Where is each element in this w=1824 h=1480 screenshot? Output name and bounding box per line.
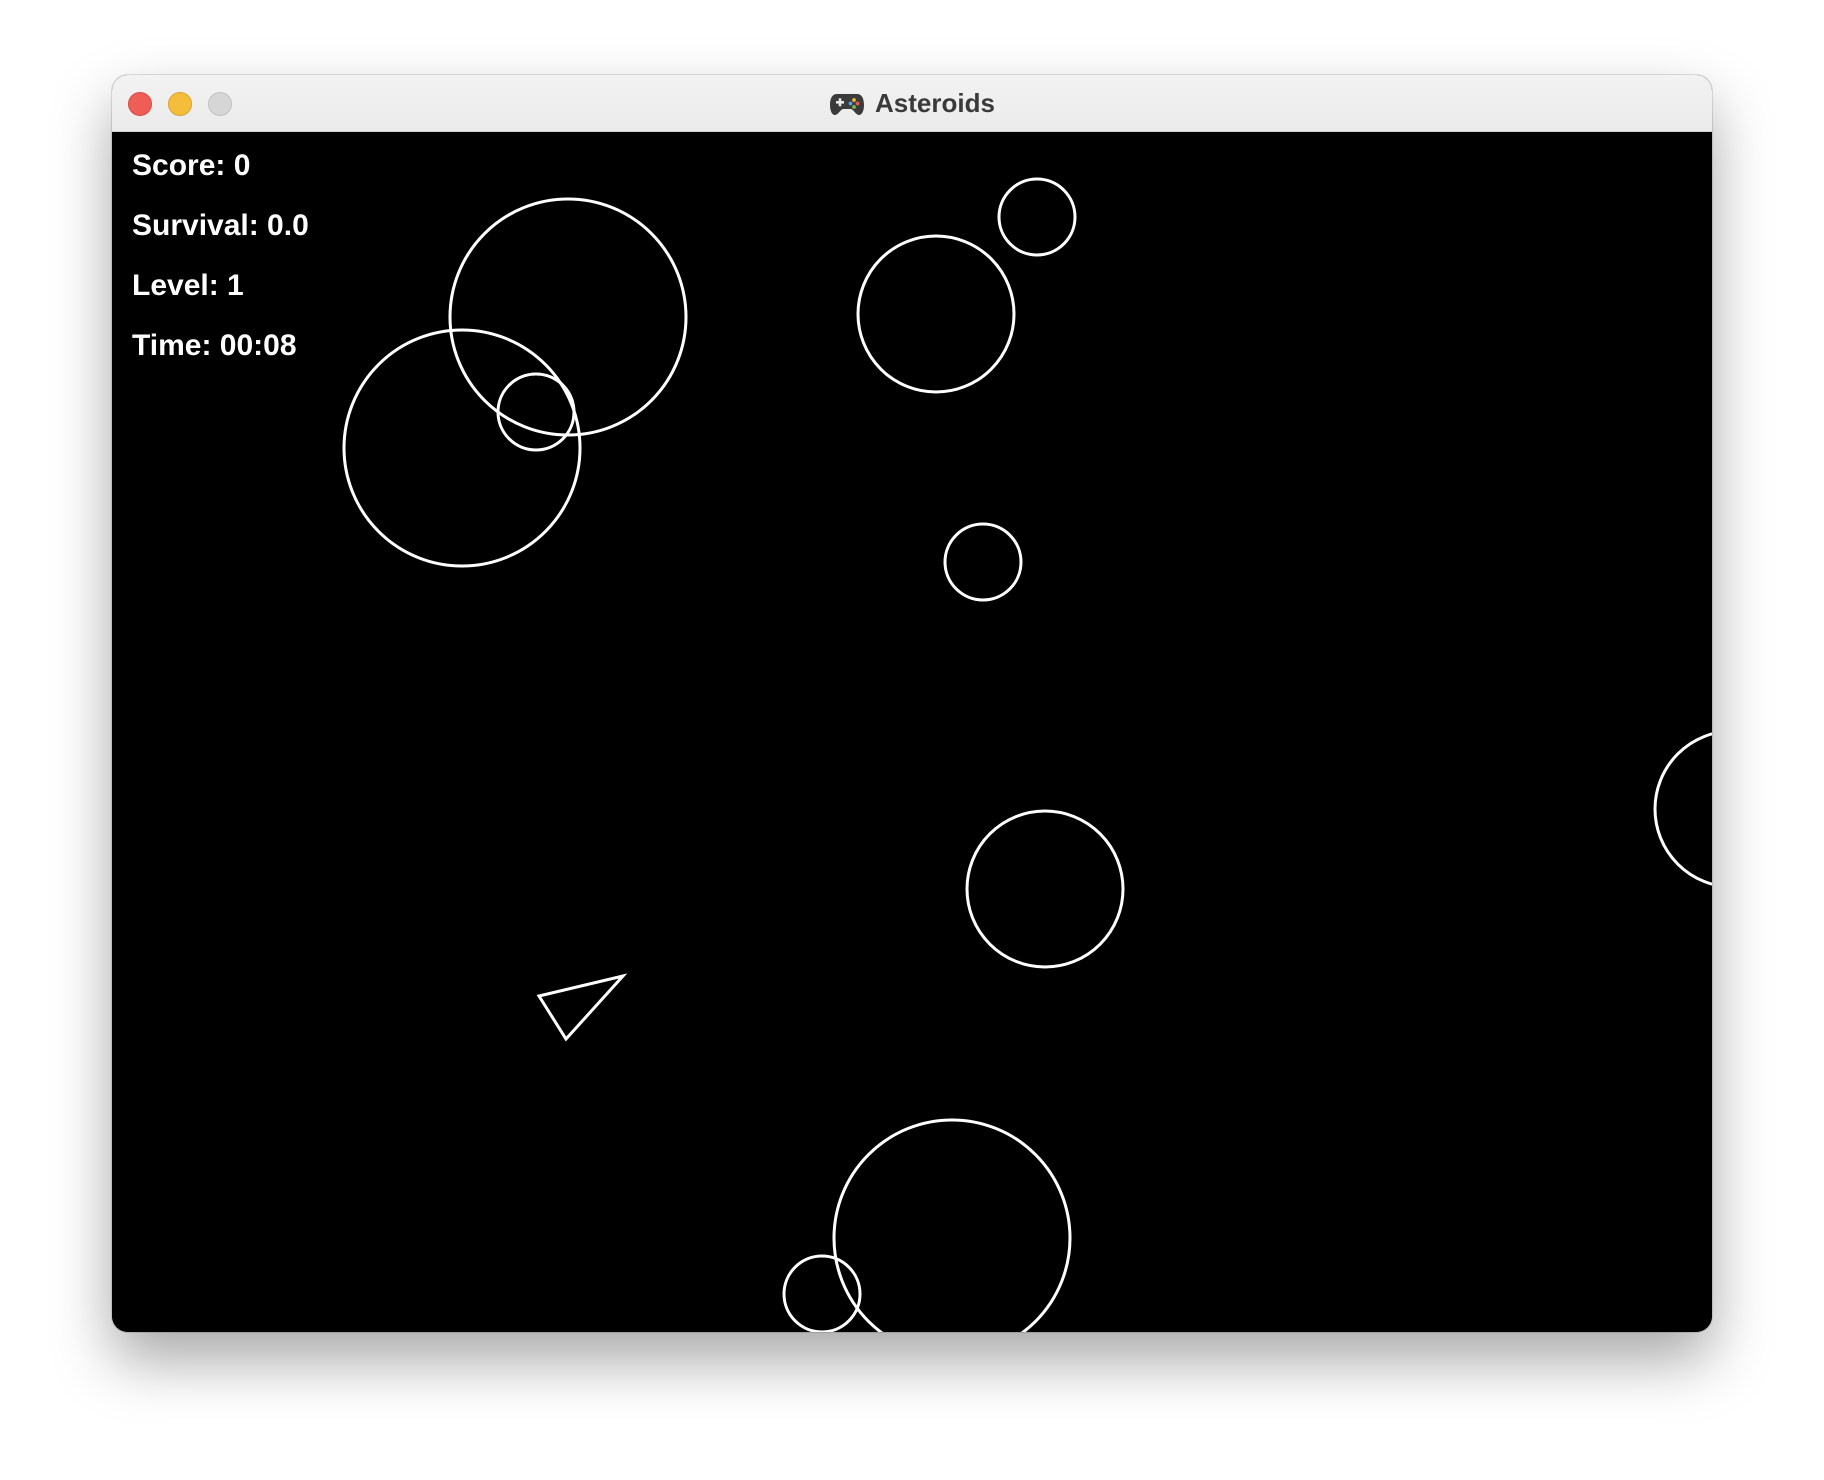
survival-label: Survival: 0.0 <box>132 209 309 242</box>
game-canvas[interactable]: Score: 0 Survival: 0.0 Level: 1 Time: 00… <box>112 132 1712 1332</box>
asteroid-large <box>832 1118 1072 1332</box>
asteroid-small <box>496 372 576 452</box>
time-label: Time: 00:08 <box>132 329 297 362</box>
asteroid-medium <box>1653 732 1712 886</box>
asteroid-small <box>943 522 1023 602</box>
gamepad-icon <box>830 93 865 115</box>
window-title: Asteroids <box>112 75 1712 132</box>
asteroid-medium <box>965 809 1125 969</box>
window-title-text: Asteroids <box>875 88 995 118</box>
title-bar: Asteroids <box>112 75 1712 132</box>
app-window: Asteroids Score: 0 Survival: 0.0 Level: … <box>112 75 1712 1332</box>
asteroid-small <box>997 177 1077 257</box>
game-field <box>342 177 1712 1332</box>
level-label: Level: 1 <box>132 269 244 302</box>
score-label: Score: 0 <box>132 149 251 182</box>
player-ship <box>536 973 628 1042</box>
asteroid-medium <box>856 234 1016 394</box>
